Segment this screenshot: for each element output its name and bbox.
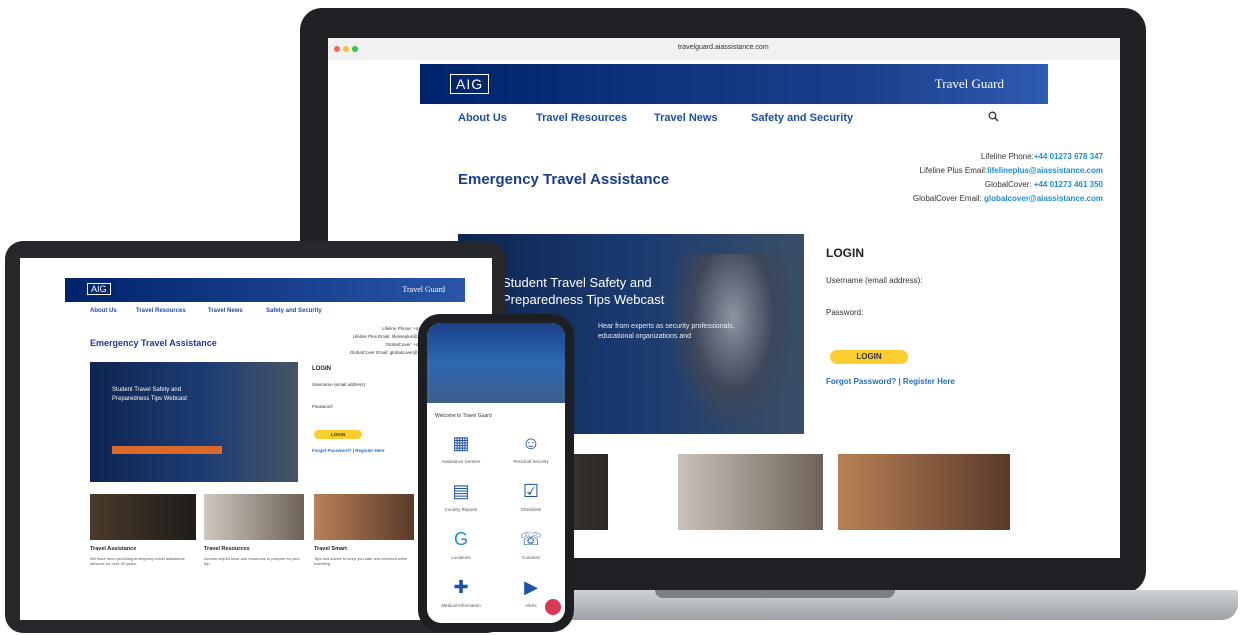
hero-subtitle: Hear from experts as security profession… xyxy=(598,323,735,340)
site-header: AIG Travel Guard xyxy=(420,64,1048,104)
welcome-text: Welcome to Travel Guard xyxy=(435,413,492,419)
password-label: Password: xyxy=(826,308,864,317)
card-title[interactable]: Travel Resources xyxy=(204,546,250,552)
card-photo-2[interactable] xyxy=(204,494,304,540)
login-title: LOGIN xyxy=(826,246,864,260)
address-bar[interactable]: travelguard.aiassistance.com xyxy=(678,44,769,51)
person-icon: ☺ xyxy=(521,433,541,453)
play-icon: ▶ xyxy=(524,577,538,597)
contacts-icon: ☏ xyxy=(519,529,543,549)
tile-contacts[interactable]: ☏ Contacts xyxy=(511,527,551,560)
contact-line: Lifeline Plus Email:lifelineplus@aiassis… xyxy=(919,166,1103,175)
search-icon[interactable] xyxy=(988,111,999,125)
aig-logo[interactable]: AIG xyxy=(87,283,111,295)
globe-icon: G xyxy=(453,529,468,549)
login-button[interactable]: LOGIN xyxy=(314,430,362,439)
contact-line: GlobalCover Email: globalcover@aiassista… xyxy=(912,194,1103,203)
nav-safety-security[interactable]: Safety and Security xyxy=(266,308,322,314)
password-label: Password: xyxy=(312,404,334,409)
login-button[interactable]: LOGIN xyxy=(830,350,908,364)
username-label: Username (email address): xyxy=(312,382,367,387)
nav-travel-resources[interactable]: Travel Resources xyxy=(536,112,627,124)
travel-guard-title: Travel Guard xyxy=(402,285,445,294)
hero-title: Student Travel Safety and Preparedness T… xyxy=(112,387,187,402)
hero-photo xyxy=(668,254,798,434)
nav-travel-news[interactable]: Travel News xyxy=(654,112,718,124)
minimize-window-icon[interactable] xyxy=(343,46,349,52)
nav-about-us[interactable]: About Us xyxy=(90,308,117,314)
login-links[interactable]: Forgot Password? | Register Here xyxy=(312,448,385,453)
contact-line: GlobalCover: +44 01273 461 350 xyxy=(984,180,1103,189)
page-title: Emergency Travel Assistance xyxy=(458,171,670,188)
nav-about-us[interactable]: About Us xyxy=(458,112,507,124)
tile-medical-information[interactable]: ✚ Medical Information xyxy=(441,575,481,608)
username-label: Username (email address): xyxy=(826,276,923,285)
card-text: Access helpful tools and resources to pr… xyxy=(204,556,300,566)
document-icon: ▤ xyxy=(452,481,470,501)
nav-travel-resources[interactable]: Travel Resources xyxy=(136,308,186,314)
card-photo-3[interactable] xyxy=(838,454,1010,530)
tile-locations[interactable]: G Locations xyxy=(441,527,481,560)
phone-hero-image xyxy=(427,323,565,403)
login-title: LOGIN xyxy=(312,366,331,372)
maximize-window-icon[interactable] xyxy=(352,46,358,52)
travel-guard-title: Travel Guard xyxy=(934,76,1004,91)
card-title[interactable]: Travel Smart xyxy=(314,546,347,552)
building-icon: ▦ xyxy=(452,433,470,453)
chat-fab-button[interactable] xyxy=(545,599,561,615)
nav-travel-news[interactable]: Travel News xyxy=(208,308,243,314)
checklist-icon: ☑ xyxy=(522,481,540,501)
login-links[interactable]: Forgot Password? | Register Here xyxy=(826,377,955,386)
card-title[interactable]: Travel Assistance xyxy=(90,546,136,552)
medical-icon: ✚ xyxy=(453,577,469,597)
card-photo-1[interactable] xyxy=(90,494,196,540)
card-text: Tips and advice to keep you safe and inf… xyxy=(314,556,408,566)
tile-personal-security[interactable]: ☺ Personal Security xyxy=(511,431,551,464)
page-title: Emergency Travel Assistance xyxy=(90,338,217,348)
hero-banner[interactable]: Student Travel Safety and Preparedness T… xyxy=(90,362,298,482)
tile-assistance-centers[interactable]: ▦ Assistance Centers xyxy=(441,431,481,464)
aig-logo[interactable]: AIG xyxy=(450,74,490,94)
phone-screen: Welcome to Travel Guard ▦ Assistance Cent… xyxy=(427,323,565,623)
tile-country-reports[interactable]: ▤ Country Reports xyxy=(441,479,481,512)
hero-title: Student Travel Safety and Preparedness T… xyxy=(502,275,665,307)
tablet-site-header: AIG Travel Guard xyxy=(65,278,465,302)
browser-toolbar: travelguard.aiassistance.com xyxy=(328,38,1120,60)
nav-safety-security[interactable]: Safety and Security xyxy=(751,112,853,124)
card-photo-3[interactable] xyxy=(314,494,414,540)
hero-cta[interactable] xyxy=(112,446,222,454)
card-photo-2[interactable] xyxy=(678,454,823,530)
card-text: We have been providing emergency travel … xyxy=(90,556,185,566)
laptop-notch xyxy=(655,590,895,598)
tile-checklists[interactable]: ☑ Checklists xyxy=(511,479,551,512)
contact-line: Lifeline Phone:+44 01273 678 347 xyxy=(980,152,1103,161)
close-window-icon[interactable] xyxy=(334,46,340,52)
